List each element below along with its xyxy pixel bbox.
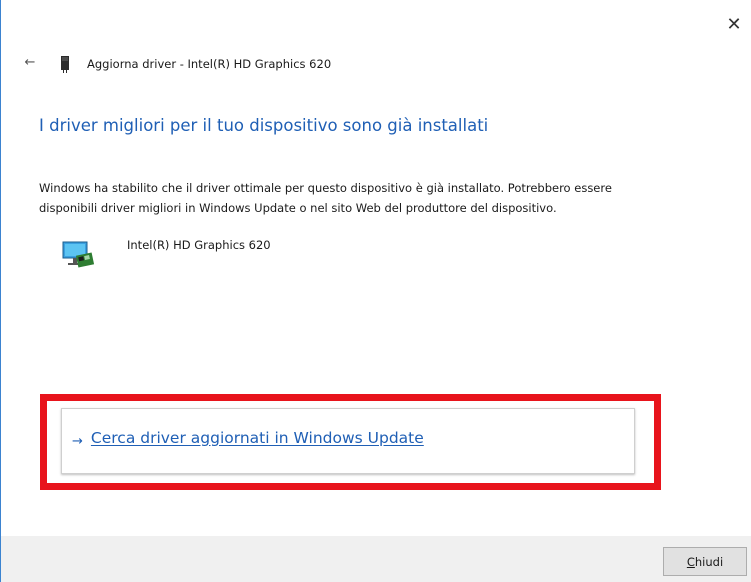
result-description: Windows ha stabilito che il driver ottim… bbox=[39, 178, 729, 218]
display-adapter-icon bbox=[62, 241, 95, 268]
result-heading: I driver migliori per il tuo dispositivo… bbox=[39, 116, 489, 135]
search-windows-update-label: Cerca driver aggiornati in Windows Updat… bbox=[90, 429, 424, 447]
description-line-1: Windows ha stabilito che il driver ottim… bbox=[39, 181, 612, 195]
dialog-footer bbox=[1, 536, 751, 582]
dialog-header: Aggiorna driver - Intel(R) HD Graphics 6… bbox=[59, 54, 331, 74]
close-button[interactable]: Chiudi bbox=[663, 547, 747, 576]
dialog-title: Aggiorna driver - Intel(R) HD Graphics 6… bbox=[87, 57, 332, 71]
back-button[interactable]: ← bbox=[19, 54, 41, 72]
close-icon: ✕ bbox=[726, 14, 742, 35]
graphics-card-icon bbox=[61, 56, 69, 73]
description-line-2: disponibili driver migliori in Windows U… bbox=[39, 201, 557, 215]
back-arrow-icon: ← bbox=[24, 55, 36, 70]
close-button-label: hiudi bbox=[694, 555, 724, 569]
close-button-mnemonic: C bbox=[686, 555, 695, 569]
arrow-right-icon: → bbox=[72, 433, 83, 449]
close-window-button[interactable]: ✕ bbox=[723, 14, 745, 36]
device-entry: Intel(R) HD Graphics 620 bbox=[61, 238, 271, 274]
update-driver-dialog: ✕ ← Aggiorna driver - Intel(R) HD Graphi… bbox=[0, 0, 751, 582]
search-windows-update-link[interactable]: → Cerca driver aggiornati in Windows Upd… bbox=[61, 408, 635, 474]
device-name: Intel(R) HD Graphics 620 bbox=[127, 238, 271, 252]
